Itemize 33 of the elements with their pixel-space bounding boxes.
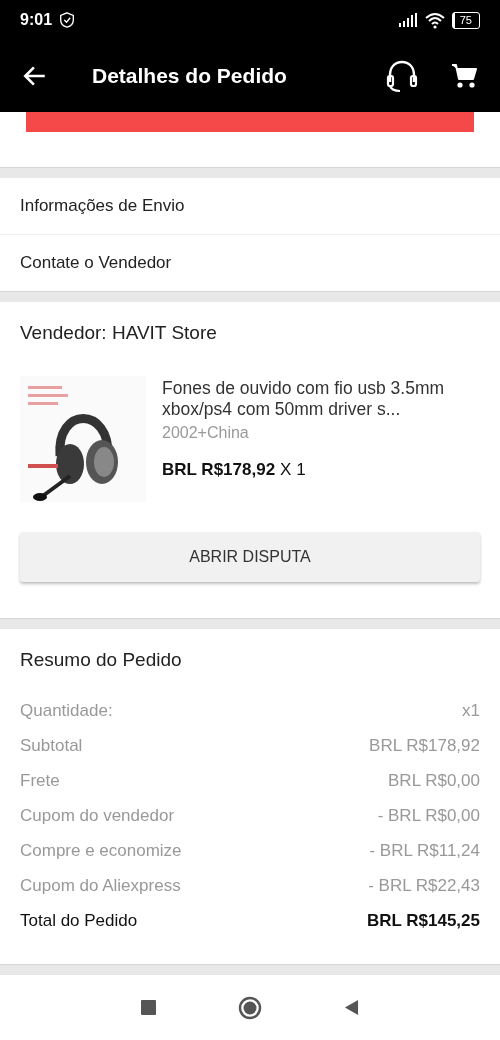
product-price: BRL R$178,92 — [162, 460, 276, 479]
summary-value: BRL R$145,25 — [366, 911, 480, 932]
shield-icon — [58, 11, 77, 29]
headset-icon[interactable] — [384, 58, 420, 94]
product-title: Fones de ouvido com fio usb 3.5mm xbox/ps4 com 50mm driver s... — [162, 378, 446, 420]
summary-value: x1 — [462, 701, 480, 722]
summary-label: Cupom do vendedor — [20, 806, 175, 827]
summary-value: - BRL R$0,00 — [377, 806, 480, 827]
seller-name: Vendedor: HAVIT Store — [20, 321, 218, 345]
dispute-button[interactable]: ABRIR DISPUTA — [20, 532, 480, 582]
summary-label: Frete — [20, 771, 60, 792]
home-circle-icon[interactable] — [238, 995, 262, 1020]
summary-label: Quantidade: — [20, 701, 113, 722]
battery-indicator: 75 — [451, 11, 480, 29]
page-title: Detalhes do Pedido — [92, 64, 288, 88]
summary-label: Compre e economize — [20, 841, 182, 862]
signal-icon — [397, 13, 418, 27]
product-quantity: X 1 — [280, 460, 306, 479]
summary-value: - BRL R$11,24 — [369, 841, 480, 862]
wifi-icon — [423, 11, 446, 29]
menu-item[interactable]: Contate o Vendedor — [0, 235, 500, 291]
summary-label: Subtotal — [20, 736, 83, 757]
product-variant: 2002+China — [162, 424, 250, 442]
summary-label: Cupom do Aliexpress — [20, 876, 181, 897]
cart-icon[interactable] — [450, 62, 478, 90]
back-triangle-icon[interactable] — [344, 999, 359, 1016]
menu-item[interactable]: Informações de Envio — [0, 178, 500, 235]
summary-value: - BRL R$22,43 — [368, 876, 480, 897]
summary-title: Resumo do Pedido — [20, 649, 183, 671]
summary-value: BRL R$0,00 — [388, 771, 480, 792]
summary-label: Total do Pedido — [20, 911, 138, 932]
clock-time: 9:01 — [20, 11, 53, 29]
summary-value: BRL R$178,92 — [369, 736, 480, 757]
